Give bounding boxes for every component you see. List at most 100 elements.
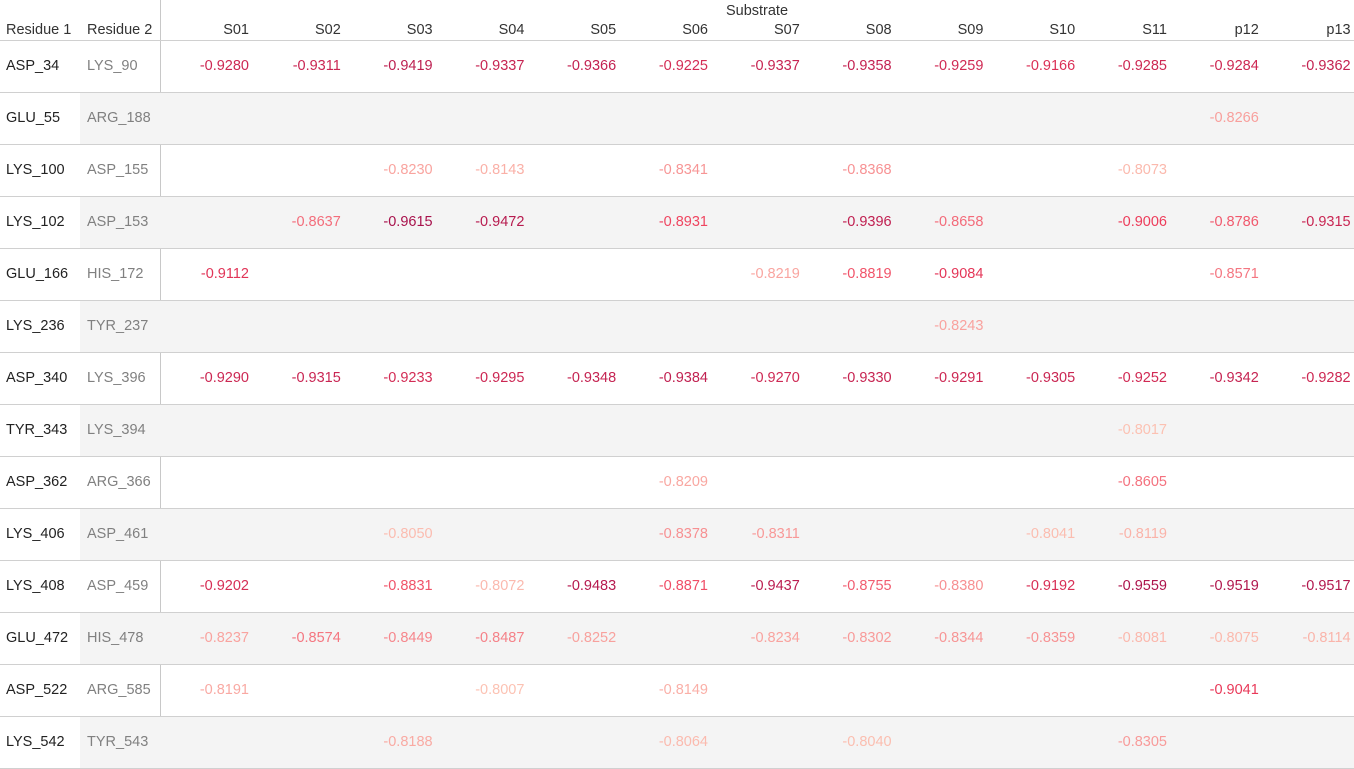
column-header-s05[interactable]: S05	[526, 21, 616, 40]
value-cell[interactable]: -0.8081	[1077, 613, 1167, 664]
value-cell[interactable]: -0.8149	[618, 665, 708, 716]
value-cell[interactable]: -0.9282	[1261, 353, 1350, 404]
value-cell[interactable]: -0.8209	[618, 457, 708, 508]
column-header-s11[interactable]: S11	[1077, 21, 1167, 40]
column-header-s01[interactable]: S01	[159, 21, 249, 40]
value-cell[interactable]: -0.8188	[343, 717, 432, 768]
value-cell[interactable]: -0.8380	[893, 561, 983, 612]
value-cell[interactable]: -0.8831	[343, 561, 432, 612]
value-cell[interactable]: -0.9112	[159, 249, 249, 300]
value-cell[interactable]: -0.9559	[1077, 561, 1167, 612]
value-cell[interactable]: -0.9202	[159, 561, 249, 612]
value-cell[interactable]: -0.9366	[526, 41, 616, 92]
value-cell[interactable]: -0.8305	[1077, 717, 1167, 768]
value-cell[interactable]: -0.8487	[434, 613, 524, 664]
value-cell[interactable]: -0.9041	[1169, 665, 1259, 716]
column-header-s03[interactable]: S03	[343, 21, 433, 40]
value-cell[interactable]: -0.9166	[985, 41, 1075, 92]
value-cell[interactable]: -0.8017	[1077, 405, 1167, 456]
value-cell[interactable]: -0.9315	[251, 353, 341, 404]
column-header-p12[interactable]: p12	[1169, 21, 1259, 40]
value-cell[interactable]: -0.9233	[343, 353, 432, 404]
value-cell[interactable]: -0.8311	[710, 509, 800, 560]
column-header-s08[interactable]: S08	[802, 21, 892, 40]
value-cell[interactable]: -0.8007	[434, 665, 524, 716]
value-cell[interactable]: -0.9384	[618, 353, 708, 404]
value-cell[interactable]: -0.9348	[526, 353, 616, 404]
value-cell[interactable]: -0.9337	[710, 41, 800, 92]
value-cell[interactable]: -0.8234	[710, 613, 800, 664]
value-cell[interactable]: -0.9437	[710, 561, 800, 612]
value-cell[interactable]: -0.9342	[1169, 353, 1259, 404]
value-cell[interactable]: -0.8243	[893, 301, 983, 352]
value-cell[interactable]: -0.9362	[1261, 41, 1350, 92]
value-cell[interactable]: -0.9285	[1077, 41, 1167, 92]
value-cell[interactable]: -0.8344	[893, 613, 983, 664]
header-residue-1[interactable]: Residue 1	[6, 21, 71, 40]
value-cell[interactable]: -0.9315	[1261, 197, 1350, 248]
value-cell[interactable]: -0.9295	[434, 353, 524, 404]
value-cell[interactable]: -0.9305	[985, 353, 1075, 404]
value-cell[interactable]: -0.8341	[618, 145, 708, 196]
column-header-s02[interactable]: S02	[251, 21, 341, 40]
value-cell[interactable]: -0.8064	[618, 717, 708, 768]
column-header-s06[interactable]: S06	[618, 21, 708, 40]
value-cell[interactable]: -0.8040	[802, 717, 891, 768]
column-header-s10[interactable]: S10	[985, 21, 1075, 40]
value-cell[interactable]: -0.8191	[159, 665, 249, 716]
value-cell[interactable]: -0.8114	[1261, 613, 1350, 664]
value-cell[interactable]: -0.8072	[434, 561, 524, 612]
value-cell[interactable]: -0.8605	[1077, 457, 1167, 508]
value-cell[interactable]: -0.9192	[985, 561, 1075, 612]
value-cell[interactable]: -0.9225	[618, 41, 708, 92]
value-cell[interactable]: -0.9396	[802, 197, 891, 248]
value-cell[interactable]: -0.9337	[434, 41, 524, 92]
header-residue-2[interactable]: Residue 2	[87, 21, 152, 40]
value-cell[interactable]: -0.8658	[893, 197, 983, 248]
value-cell[interactable]: -0.8931	[618, 197, 708, 248]
column-header-p13[interactable]: p13	[1261, 21, 1350, 40]
value-cell[interactable]: -0.8143	[434, 145, 524, 196]
value-cell[interactable]: -0.8041	[985, 509, 1075, 560]
column-header-s09[interactable]: S09	[893, 21, 984, 40]
value-cell[interactable]: -0.8574	[251, 613, 341, 664]
value-cell[interactable]: -0.9084	[893, 249, 983, 300]
value-cell[interactable]: -0.9472	[434, 197, 524, 248]
value-cell[interactable]: -0.9358	[802, 41, 891, 92]
value-cell[interactable]: -0.8230	[343, 145, 432, 196]
value-cell[interactable]: -0.8378	[618, 509, 708, 560]
value-cell[interactable]: -0.9291	[893, 353, 983, 404]
column-header-s07[interactable]: S07	[710, 21, 800, 40]
value-cell[interactable]: -0.9270	[710, 353, 800, 404]
value-cell[interactable]: -0.8819	[802, 249, 891, 300]
value-cell[interactable]: -0.8075	[1169, 613, 1259, 664]
value-cell[interactable]: -0.8219	[710, 249, 800, 300]
value-cell[interactable]: -0.8266	[1169, 93, 1259, 144]
value-cell[interactable]: -0.8571	[1169, 249, 1259, 300]
value-cell[interactable]: -0.8302	[802, 613, 891, 664]
value-cell[interactable]: -0.9259	[893, 41, 983, 92]
value-cell[interactable]: -0.9311	[251, 41, 341, 92]
value-cell[interactable]: -0.9280	[159, 41, 249, 92]
value-cell[interactable]: -0.8359	[985, 613, 1075, 664]
value-cell[interactable]: -0.8786	[1169, 197, 1259, 248]
value-cell[interactable]: -0.8755	[802, 561, 891, 612]
value-cell[interactable]: -0.9006	[1077, 197, 1167, 248]
column-header-s04[interactable]: S04	[434, 21, 525, 40]
value-cell[interactable]: -0.9519	[1169, 561, 1259, 612]
value-cell[interactable]: -0.9483	[526, 561, 616, 612]
value-cell[interactable]: -0.9330	[802, 353, 891, 404]
value-cell[interactable]: -0.9615	[343, 197, 432, 248]
value-cell[interactable]: -0.9284	[1169, 41, 1259, 92]
value-cell[interactable]: -0.8871	[618, 561, 708, 612]
value-cell[interactable]: -0.8073	[1077, 145, 1167, 196]
value-cell[interactable]: -0.8637	[251, 197, 341, 248]
value-cell[interactable]: -0.8252	[526, 613, 616, 664]
value-cell[interactable]: -0.8050	[343, 509, 432, 560]
value-cell[interactable]: -0.8119	[1077, 509, 1167, 560]
value-cell[interactable]: -0.9517	[1261, 561, 1350, 612]
value-cell[interactable]: -0.8449	[343, 613, 432, 664]
value-cell[interactable]: -0.8368	[802, 145, 891, 196]
value-cell[interactable]: -0.9419	[343, 41, 432, 92]
value-cell[interactable]: -0.9290	[159, 353, 249, 404]
